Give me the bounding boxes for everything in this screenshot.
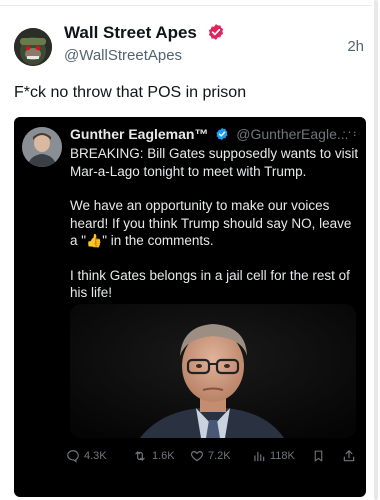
quoted-author-name[interactable]: Gunther Eagleman™ bbox=[70, 126, 208, 142]
post-text: F*ck no throw that POS in prison bbox=[14, 84, 247, 101]
author-handle[interactable]: @WallStreetApes bbox=[64, 47, 182, 64]
views-count: 118K bbox=[270, 450, 295, 462]
bookmark-button[interactable] bbox=[312, 446, 329, 466]
author-avatar[interactable] bbox=[14, 28, 52, 66]
quoted-paragraph: We have an opportunity to make our voice… bbox=[70, 197, 360, 250]
quoted-post[interactable]: Gunther Eagleman™ @GuntherEagle... · 1h … bbox=[14, 117, 366, 497]
more-options-icon[interactable]: ··· bbox=[342, 124, 358, 139]
quoted-paragraph: I think Gates belongs in a jail cell for… bbox=[70, 267, 350, 301]
quoted-photo[interactable] bbox=[70, 304, 356, 438]
like-count: 7.2K bbox=[208, 450, 231, 462]
post-view: Wall Street Apes @WallStreetApes 2h F*ck… bbox=[0, 0, 380, 500]
person-avatar-icon bbox=[22, 127, 62, 167]
share-icon bbox=[343, 450, 355, 462]
quoted-header: Gunther Eagleman™ @GuntherEagle... · 1h bbox=[70, 126, 360, 142]
verified-badge-icon bbox=[208, 24, 223, 40]
ape-avatar-icon bbox=[14, 28, 52, 66]
quoted-text: BREAKING: Bill Gates supposedly wants to… bbox=[70, 145, 360, 319]
portrait-photo bbox=[70, 304, 356, 438]
bookmark-icon bbox=[314, 450, 323, 462]
quoted-author-avatar[interactable] bbox=[22, 127, 62, 167]
verified-badge-icon bbox=[216, 127, 228, 141]
share-button[interactable] bbox=[342, 446, 360, 466]
scrollbar[interactable] bbox=[374, 0, 378, 500]
repost-count: 1.6K bbox=[152, 450, 175, 462]
divider bbox=[0, 0, 372, 6]
quoted-text-segment: " in the comments. bbox=[102, 233, 214, 248]
views-button[interactable]: 118K bbox=[252, 446, 295, 466]
author-name-text: Wall Street Apes bbox=[64, 23, 197, 42]
post-time[interactable]: 2h bbox=[347, 38, 364, 55]
repost-button[interactable]: 1.6K bbox=[132, 446, 175, 466]
reply-icon bbox=[67, 450, 79, 463]
heart-icon bbox=[190, 451, 204, 462]
views-chart-icon bbox=[254, 451, 265, 462]
reply-count: 4.3K bbox=[84, 450, 107, 462]
quoted-paragraph: BREAKING: Bill Gates supposedly wants to… bbox=[70, 146, 359, 179]
reply-button[interactable]: 4.3K bbox=[66, 446, 107, 466]
repost-icon bbox=[135, 451, 145, 461]
thumbs-up-icon: 👍 bbox=[86, 233, 103, 248]
like-button[interactable]: 7.2K bbox=[190, 446, 231, 466]
action-bar: 4.3K 1.6K 7.2K 118K bbox=[14, 446, 366, 476]
author-name[interactable]: Wall Street Apes bbox=[64, 23, 225, 43]
